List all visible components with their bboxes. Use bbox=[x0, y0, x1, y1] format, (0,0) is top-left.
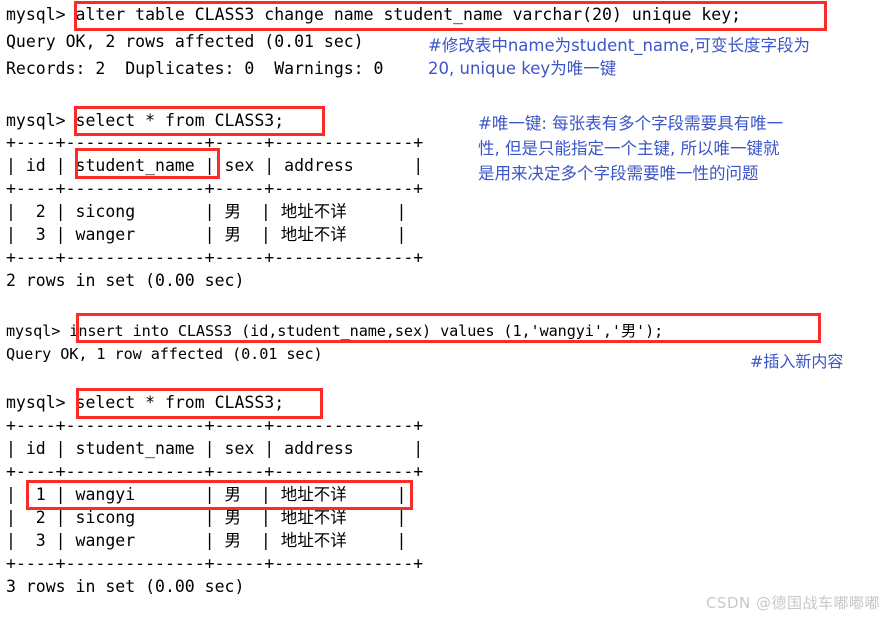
terminal-line-select1-header: | id | student_name | sex | address | bbox=[6, 156, 424, 175]
annotation-unique-note-line1: #唯一键: 每张表有多个字段需要具有唯一 bbox=[478, 114, 784, 133]
csdn-watermark: CSDN @德国战车嘟嘟嘟 bbox=[705, 594, 880, 612]
annotation-alter-note-line1: #修改表中name为student_name,可变长度字段为 bbox=[428, 36, 810, 55]
annotation-unique-note-line2: 性, 但是只能指定一个主键, 所以唯一键就 bbox=[478, 139, 780, 158]
terminal-line-select2-command: mysql> select * from CLASS3; bbox=[6, 393, 285, 412]
terminal-line-select1-rowcount: 2 rows in set (0.00 sec) bbox=[6, 271, 245, 290]
terminal-line-select1-sep-mid: +----+--------------+-----+-------------… bbox=[6, 179, 424, 198]
terminal-line-select1-row-0: | 2 | sicong | 男 | 地址不详 | bbox=[6, 202, 407, 221]
terminal-line-select2-sep-bot: +----+--------------+-----+-------------… bbox=[6, 554, 424, 573]
terminal-line-alter-status: Query OK, 2 rows affected (0.01 sec) bbox=[6, 32, 364, 51]
terminal-line-select2-row-2: | 3 | wanger | 男 | 地址不详 | bbox=[6, 531, 407, 550]
annotation-unique-note-line3: 是用来决定多个字段需要唯一性的问题 bbox=[478, 164, 759, 183]
terminal-line-insert-command: mysql> insert into CLASS3 (id,student_na… bbox=[6, 322, 664, 340]
terminal-line-insert-status: Query OK, 1 row affected (0.01 sec) bbox=[6, 345, 323, 363]
terminal-line-select1-row-1: | 3 | wanger | 男 | 地址不详 | bbox=[6, 225, 407, 244]
terminal-line-select2-sep-mid: +----+--------------+-----+-------------… bbox=[6, 462, 424, 481]
terminal-line-alter-records: Records: 2 Duplicates: 0 Warnings: 0 bbox=[6, 59, 384, 78]
terminal-line-select2-header: | id | student_name | sex | address | bbox=[6, 439, 424, 458]
terminal-line-select2-row-1: | 2 | sicong | 男 | 地址不详 | bbox=[6, 508, 407, 527]
terminal-output: mysql> alter table CLASS3 change name st… bbox=[0, 0, 890, 621]
terminal-line-select1-command: mysql> select * from CLASS3; bbox=[6, 111, 285, 130]
terminal-line-select2-row-0: | 1 | wangyi | 男 | 地址不详 | bbox=[6, 485, 407, 504]
terminal-line-select1-sep-bot: +----+--------------+-----+-------------… bbox=[6, 248, 424, 267]
annotation-insert-note: #插入新内容 bbox=[750, 352, 844, 371]
terminal-line-alter-command: mysql> alter table CLASS3 change name st… bbox=[6, 5, 742, 24]
terminal-line-select2-sep-top: +----+--------------+-----+-------------… bbox=[6, 416, 424, 435]
terminal-line-select2-rowcount: 3 rows in set (0.00 sec) bbox=[6, 577, 245, 596]
terminal-line-select1-sep-top: +----+--------------+-----+-------------… bbox=[6, 133, 424, 152]
annotation-alter-note-line2: 20, unique key为唯一键 bbox=[428, 59, 617, 78]
